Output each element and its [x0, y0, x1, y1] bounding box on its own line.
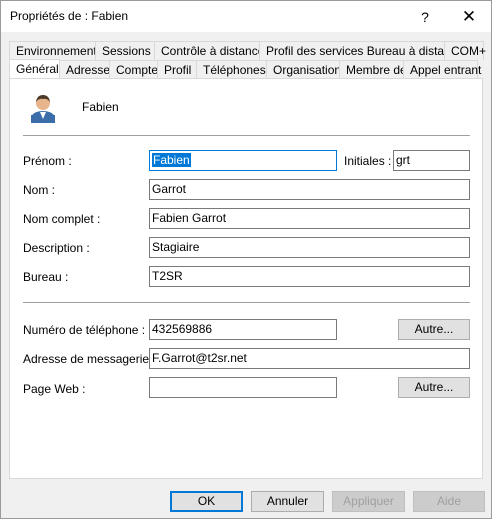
tab-adresse[interactable]: Adresse: [59, 60, 110, 79]
bureau-label: Bureau :: [23, 270, 69, 284]
tab-environnement[interactable]: Environnement: [9, 41, 97, 60]
user-icon: [31, 95, 55, 123]
telephone-label: Numéro de téléphone :: [23, 323, 146, 337]
nom-label: Nom :: [23, 183, 56, 197]
tab-general[interactable]: Général: [9, 59, 60, 80]
tab-row-front: Général Adresse Compte Profil Téléphones…: [9, 59, 481, 80]
initiales-field[interactable]: grt: [393, 150, 470, 171]
prenom-value: Fabien: [152, 153, 191, 167]
tab-membre-de[interactable]: Membre de: [339, 60, 407, 79]
description-field[interactable]: Stagiaire: [149, 237, 470, 258]
telephone-field[interactable]: 432569886: [149, 319, 337, 340]
separator: [23, 135, 470, 136]
tab-organisation[interactable]: Organisation: [266, 60, 341, 79]
tab-com-plus[interactable]: COM+: [444, 41, 486, 60]
user-display-name: Fabien: [82, 100, 119, 114]
prenom-field[interactable]: Fabien: [149, 150, 337, 171]
email-field[interactable]: F.Garrot@t2sr.net: [149, 348, 470, 369]
tab-sessions[interactable]: Sessions: [95, 41, 155, 60]
close-button[interactable]: ✕: [447, 1, 491, 32]
tab-profil-services-bureau[interactable]: Profil des services Bureau à distance: [259, 41, 463, 60]
tab-telephones[interactable]: Téléphones: [196, 60, 267, 79]
nom-complet-field[interactable]: Fabien Garrot: [149, 208, 470, 229]
page-web-other-button[interactable]: Autre...: [398, 377, 470, 398]
tab-compte[interactable]: Compte: [109, 60, 158, 79]
email-label: Adresse de messagerie :: [23, 352, 156, 366]
nom-complet-label: Nom complet :: [23, 212, 101, 226]
cancel-button[interactable]: Annuler: [251, 491, 324, 512]
page-web-label: Page Web :: [23, 382, 86, 396]
help-footer-button[interactable]: Aide: [413, 491, 485, 512]
tab-row-back: Environnement Sessions Contrôle à distan…: [9, 41, 486, 60]
tab-profil[interactable]: Profil: [157, 60, 197, 79]
general-tab-panel: Fabien Prénom : Fabien Initiales : grt N…: [9, 78, 483, 479]
separator: [23, 302, 470, 303]
tab-controle-distance[interactable]: Contrôle à distance: [154, 41, 264, 60]
properties-dialog: Propriétés de : Fabien ? ✕ Environnement…: [0, 0, 492, 519]
apply-button[interactable]: Appliquer: [332, 491, 405, 512]
title-bar: Propriétés de : Fabien ? ✕: [1, 1, 491, 32]
initiales-label: Initiales :: [344, 154, 392, 168]
nom-field[interactable]: Garrot: [149, 179, 470, 200]
telephone-other-button[interactable]: Autre...: [398, 319, 470, 340]
ok-button[interactable]: OK: [170, 491, 243, 512]
tab-appel-entrant[interactable]: Appel entrant: [403, 60, 481, 79]
bureau-field[interactable]: T2SR: [149, 266, 470, 287]
prenom-label: Prénom :: [23, 154, 72, 168]
page-web-field[interactable]: [149, 377, 337, 398]
window-title: Propriétés de : Fabien: [10, 9, 129, 23]
help-button[interactable]: ?: [403, 1, 447, 32]
description-label: Description :: [23, 241, 90, 255]
